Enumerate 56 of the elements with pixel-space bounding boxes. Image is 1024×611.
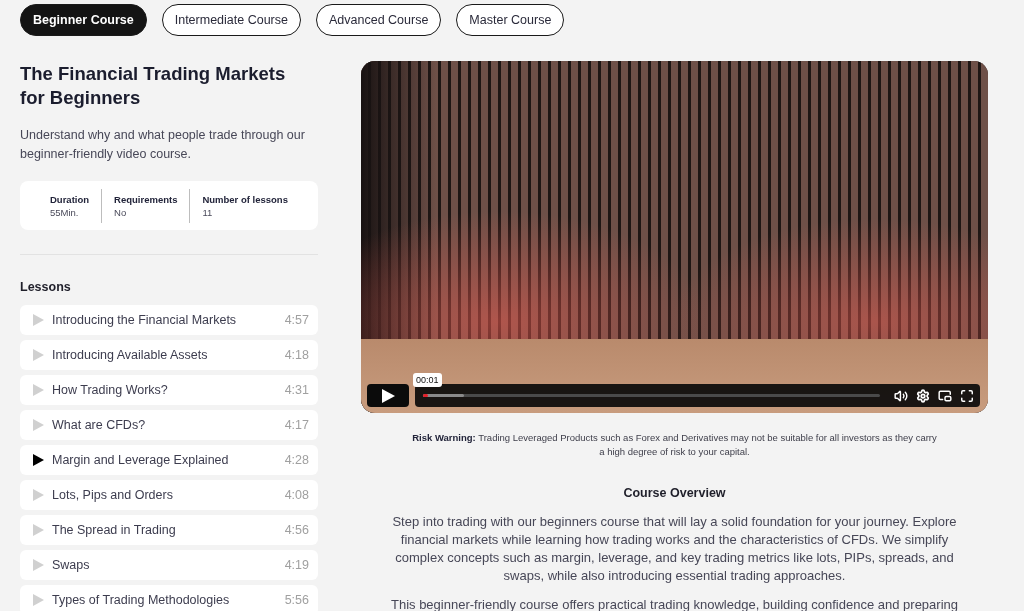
lesson-item[interactable]: Introducing the Financial Markets 4:57 bbox=[20, 305, 318, 335]
lesson-duration: 4:17 bbox=[284, 418, 309, 432]
lesson-title: Types of Trading Methodologies bbox=[52, 593, 231, 607]
course-title: The Financial Trading Markets for Beginners bbox=[20, 62, 287, 110]
lesson-item[interactable]: Swaps 4:19 bbox=[20, 550, 318, 580]
lesson-duration: 4:57 bbox=[284, 313, 309, 327]
lesson-title: Margin and Leverage Explained bbox=[52, 453, 230, 467]
lesson-title: Swaps bbox=[52, 558, 91, 572]
lesson-title: Introducing Available Assets bbox=[52, 348, 209, 362]
course-tab[interactable]: Beginner Course bbox=[20, 4, 147, 36]
settings-button[interactable] bbox=[916, 388, 930, 403]
fullscreen-button[interactable] bbox=[960, 388, 974, 403]
volume-button[interactable] bbox=[894, 388, 908, 403]
lesson-duration: 4:19 bbox=[284, 558, 309, 572]
lesson-title: What are CFDs? bbox=[52, 418, 147, 432]
lesson-title: Lots, Pips and Orders bbox=[52, 488, 174, 502]
stat-value: 11 bbox=[202, 205, 214, 219]
overview-paragraph: This beginner-friendly course offers practical trading knowledge, building confidence and preparing bbox=[390, 596, 958, 611]
volume-icon bbox=[894, 388, 908, 403]
lesson-title: How Trading Works? bbox=[52, 383, 169, 397]
lesson-item[interactable]: What are CFDs? 4:17 bbox=[20, 410, 318, 440]
lesson-duration: 4:08 bbox=[284, 488, 309, 502]
lesson-duration: 5:56 bbox=[284, 593, 309, 607]
course-tab[interactable]: Master Course bbox=[456, 4, 565, 36]
course-tab[interactable]: Intermediate Course bbox=[161, 4, 301, 36]
stat-label: Number of lessons bbox=[202, 192, 288, 206]
lesson-duration: 4:56 bbox=[284, 523, 309, 537]
play-button[interactable] bbox=[367, 384, 409, 407]
lesson-item[interactable]: Types of Trading Methodologies 5:56 bbox=[20, 585, 318, 611]
course-tab[interactable]: Advanced Course bbox=[316, 4, 442, 36]
lesson-duration: 4:18 bbox=[284, 348, 309, 362]
course-description: Understand why and what people trade through our beginner-friendly video course. bbox=[20, 127, 306, 163]
lesson-title: Introducing the Financial Markets bbox=[52, 313, 238, 327]
time-tooltip: 00:01 bbox=[413, 373, 442, 387]
picture-in-picture-icon bbox=[938, 388, 952, 403]
fullscreen-icon bbox=[960, 388, 974, 403]
stat-label: Requirements bbox=[114, 192, 178, 206]
play-icon bbox=[381, 388, 395, 403]
stat-label: Duration bbox=[50, 192, 90, 206]
lessons-heading: Lessons bbox=[20, 279, 72, 295]
settings-icon bbox=[916, 388, 930, 403]
stat-value: No bbox=[114, 205, 128, 219]
overview-heading: Course Overview bbox=[623, 485, 726, 501]
lesson-item[interactable]: How Trading Works? 4:31 bbox=[20, 375, 318, 405]
lesson-item[interactable]: Margin and Leverage Explained 4:28 bbox=[20, 445, 318, 475]
lesson-item[interactable]: The Spread in Trading 4:56 bbox=[20, 515, 318, 545]
lesson-duration: 4:31 bbox=[284, 383, 309, 397]
lesson-title: The Spread in Trading bbox=[52, 523, 177, 537]
picture-in-picture-button[interactable] bbox=[938, 388, 952, 403]
lesson-item[interactable]: Introducing Available Assets 4:18 bbox=[20, 340, 318, 370]
progress-track[interactable] bbox=[423, 394, 880, 397]
risk-warning: Risk Warning: Trading Leveraged Products such as Forex and Derivatives may not be suitable for all investors as they carry a high degree of risk to your capital. bbox=[411, 431, 938, 459]
overview-paragraph: Step into trading with our beginners course that will lay a solid foundation for your journey. Explore financial markets while learning how trading works and the characteristics of CFDs. We simplify complex concepts such as margin, leverage, and key trading metrics like lots, PIPs, spreads, and swaps, while also introducing essential trading approaches. bbox=[391, 513, 958, 585]
lesson-duration: 4:28 bbox=[284, 453, 309, 467]
lesson-item[interactable]: Lots, Pips and Orders 4:08 bbox=[20, 480, 318, 510]
stat-value: 55Min. bbox=[50, 205, 80, 219]
